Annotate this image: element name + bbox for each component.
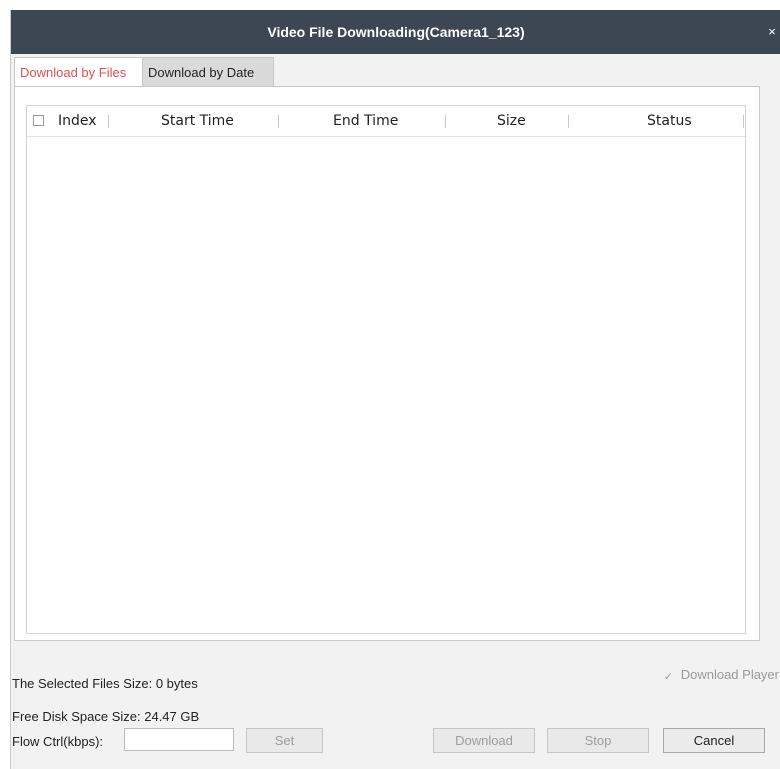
flow-ctrl-label: Flow Ctrl(kbps): [12,734,104,749]
tab-panel: Index Start Time End Time Size Status [14,86,760,641]
column-header-size[interactable]: Size [497,106,526,136]
column-header-start-time[interactable]: Start Time [161,106,234,136]
flow-ctrl-input[interactable] [124,728,234,751]
column-divider[interactable] [743,115,744,128]
table-header: Index Start Time End Time Size Status [27,106,745,137]
free-disk-space: Free Disk Space Size: 24.47 GB [12,709,199,724]
tab-download-by-date[interactable]: Download by Date [143,57,274,87]
column-header-end-time[interactable]: End Time [333,106,398,136]
set-button[interactable]: Set [246,728,323,753]
selected-size-label: The Selected Files Size: [12,676,153,691]
download-player-option[interactable]: ✓ Download Player [663,667,779,683]
table-body[interactable] [27,137,745,633]
column-divider[interactable] [445,115,446,128]
cancel-button[interactable]: Cancel [663,728,765,753]
close-icon[interactable]: × [765,10,779,54]
checkmark-icon: ✓ [663,671,673,683]
column-header-status[interactable]: Status [647,106,692,136]
free-space-value: 24.47 GB [144,709,200,724]
title-bar[interactable]: Video File Downloading(Camera1_123) × [11,10,780,54]
column-divider[interactable] [568,115,569,128]
selected-size-value: 0 bytes [155,676,198,691]
free-space-label: Free Disk Space Size: [12,709,141,724]
column-divider[interactable] [108,115,109,128]
download-button[interactable]: Download [433,728,535,753]
select-all-checkbox[interactable] [33,115,44,126]
selected-files-size: The Selected Files Size: 0 bytes [12,676,198,691]
column-header-index[interactable]: Index [58,106,97,136]
dialog-title: Video File Downloading(Camera1_123) [267,24,525,40]
file-table: Index Start Time End Time Size Status [26,105,746,634]
download-player-label: Download Player [680,667,779,682]
stop-button[interactable]: Stop [547,728,649,753]
tab-download-by-files[interactable]: Download by Files [14,57,143,87]
column-divider[interactable] [278,115,279,128]
